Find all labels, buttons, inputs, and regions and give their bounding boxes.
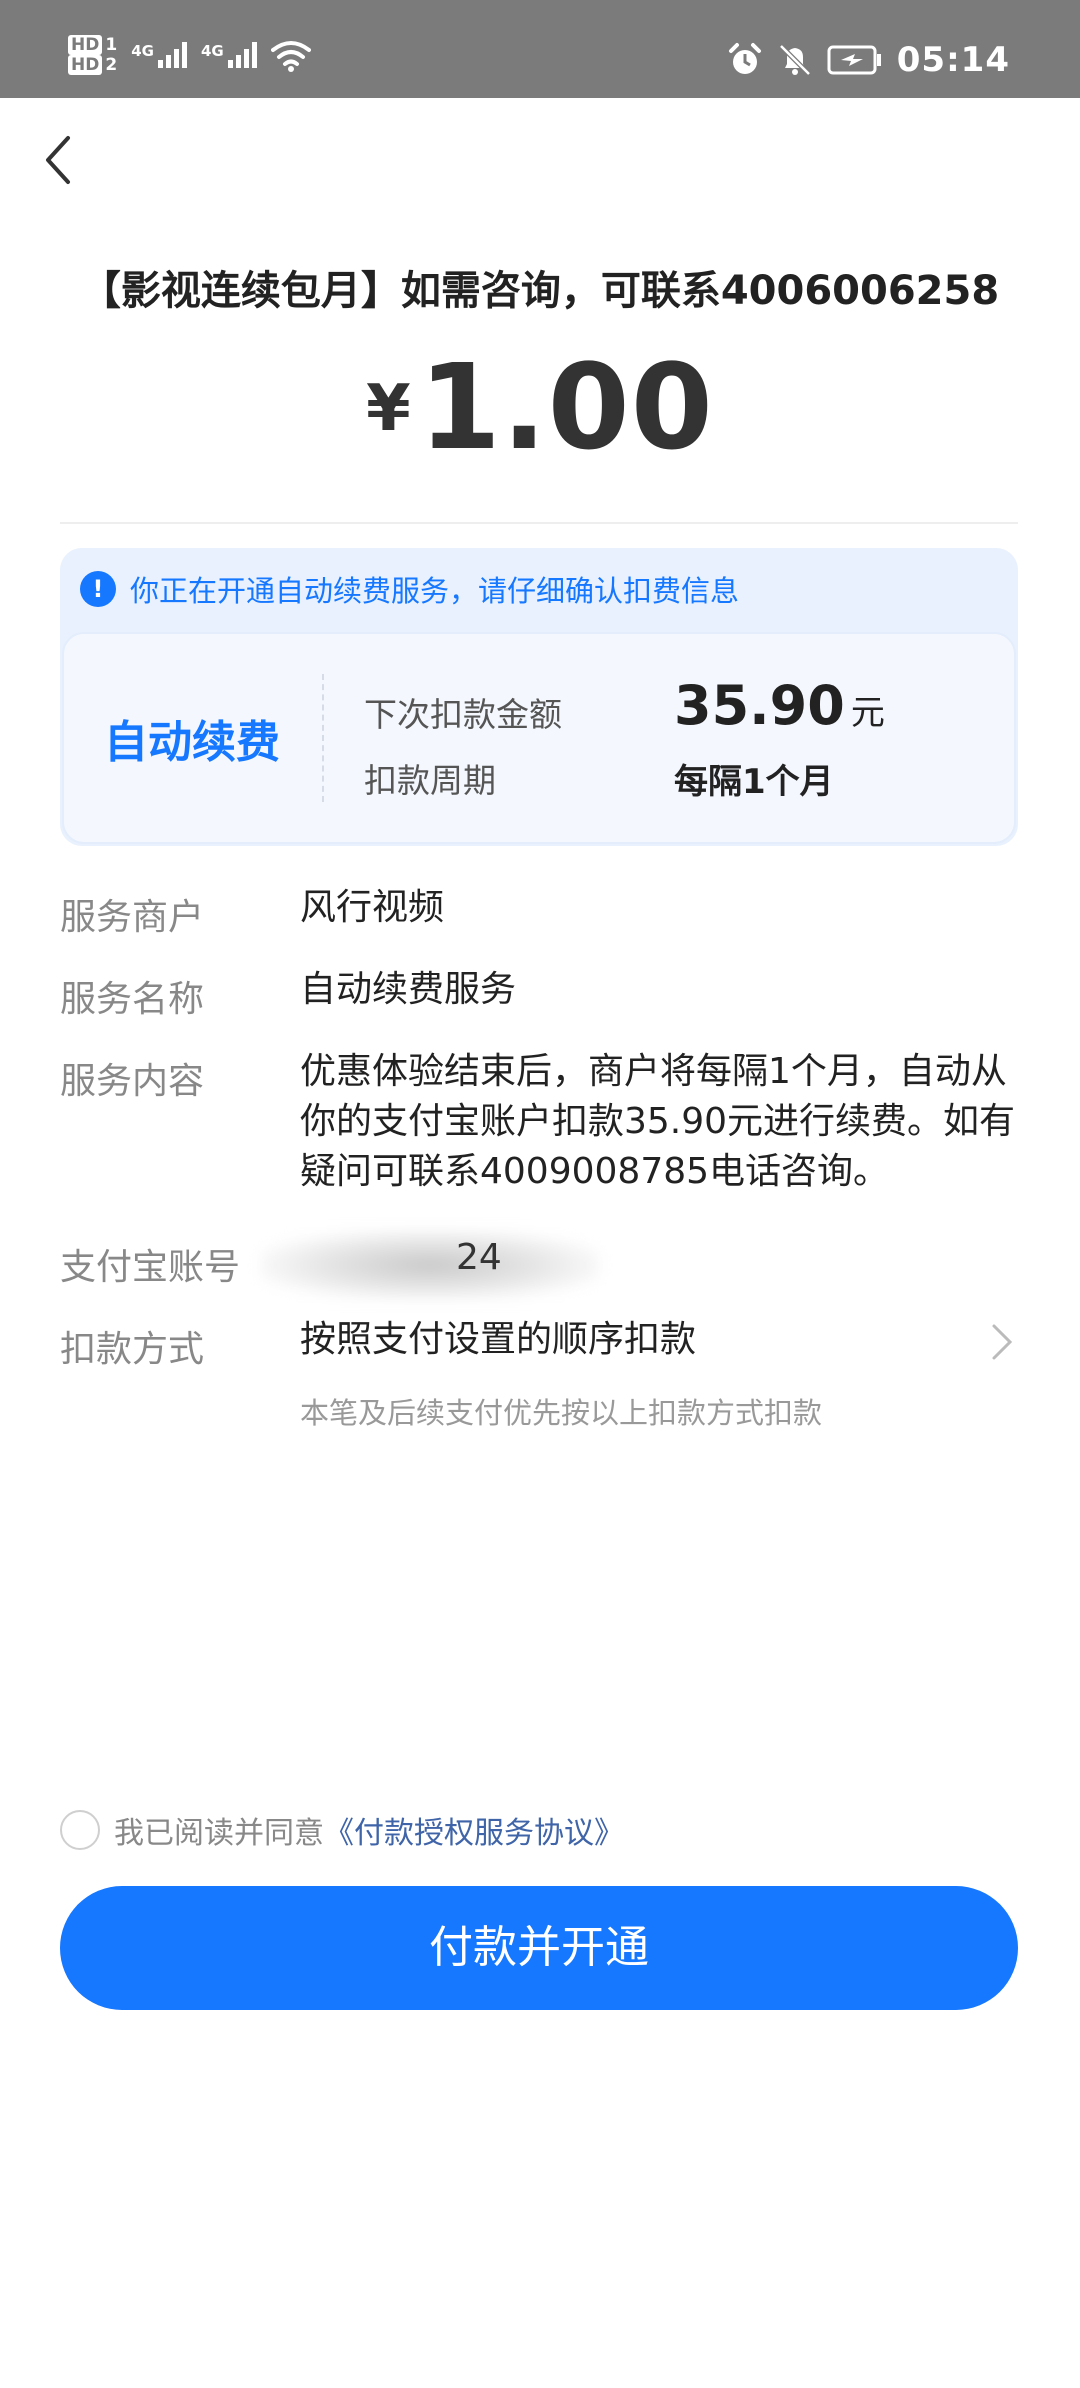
network-type-1: 4G <box>131 42 154 60</box>
back-arrow-icon[interactable] <box>40 130 80 190</box>
merchant-label: 服务商户 <box>60 897 205 938</box>
cycle-label: 扣款周期 <box>364 761 496 800</box>
page-title: 【影视连续包月】如需咨询，可联系4006006258 <box>80 268 1000 314</box>
hd-index-2: 2 <box>105 55 118 75</box>
next-amount-label: 下次扣款金额 <box>364 695 562 734</box>
auto-renew-card: 自动续费 下次扣款金额 35.90 元 扣款周期 每隔1个月 <box>62 632 1016 844</box>
hd-label-2: HD <box>68 55 103 75</box>
service-content-value: 优惠体验结束后，商户将每隔1个月，自动从你的支付宝账户扣款35.90元进行续费。… <box>300 1051 1016 1192</box>
alipay-account-label: 支付宝账号 <box>60 1247 241 1288</box>
service-name-label: 服务名称 <box>60 979 205 1020</box>
pay-and-activate-button[interactable]: 付款并开通 <box>60 1886 1018 2010</box>
hd-index-1: 1 <box>105 35 118 55</box>
agreement-checkbox[interactable] <box>60 1810 100 1850</box>
alarm-icon <box>728 43 761 74</box>
alipay-account-value: 24 <box>456 1237 502 1278</box>
hd-indicator-1: HD 1 <box>68 35 118 55</box>
notice-text: 你正在开通自动续费服务，请仔细确认扣费信息 <box>130 574 740 608</box>
battery-charging-icon <box>827 45 881 75</box>
dashed-divider <box>322 674 324 802</box>
notice-header: ! 你正在开通自动续费服务，请仔细确认扣费信息 <box>80 568 739 610</box>
auto-renew-label: 自动续费 <box>104 717 280 768</box>
status-bar-left: HD 1 HD 2 4G 4G <box>68 35 311 75</box>
status-bar-right: 05:14 <box>727 40 1010 80</box>
agreement-text: 我已阅读并同意 <box>114 1816 324 1851</box>
bell-off-icon <box>778 44 811 76</box>
agreement-link[interactable]: 《付款授权服务协议》 <box>324 1808 624 1852</box>
agreement-row: 我已阅读并同意 《付款授权服务协议》 <box>60 1808 624 1852</box>
wifi-icon <box>270 41 311 72</box>
signal-icon: 4G <box>131 42 187 68</box>
chevron-right-icon[interactable] <box>990 1322 1014 1362</box>
payment-amount: ¥1.00 <box>0 338 1080 476</box>
redacted-account <box>260 1230 600 1300</box>
divider <box>60 522 1018 524</box>
signal-bars-2 <box>227 42 257 68</box>
service-name-value: 自动续费服务 <box>300 969 517 1010</box>
hd-indicator-2: HD 2 <box>68 55 118 75</box>
cycle-value: 每隔1个月 <box>674 762 834 802</box>
info-icon: ! <box>80 571 116 607</box>
amount-value: 1.00 <box>418 338 714 476</box>
network-type-2: 4G <box>200 42 224 60</box>
service-content-label: 服务内容 <box>60 1061 205 1102</box>
status-time: 05:14 <box>896 40 1010 80</box>
payment-method-hint: 本笔及后续支付优先按以上扣款方式扣款 <box>300 1396 823 1430</box>
auto-renew-notice: ! 你正在开通自动续费服务，请仔细确认扣费信息 自动续费 下次扣款金额 35.9… <box>60 548 1018 846</box>
payment-method-label: 扣款方式 <box>60 1329 205 1370</box>
currency-symbol: ¥ <box>366 372 411 446</box>
next-amount: 35.90 元 <box>674 674 885 737</box>
signal-bars-1 <box>157 42 187 68</box>
hd-label-1: HD <box>68 35 103 55</box>
signal-icon-2: 4G <box>201 42 257 68</box>
next-amount-value: 35.90 <box>674 674 845 737</box>
payment-method-value[interactable]: 按照支付设置的顺序扣款 <box>300 1315 1020 1365</box>
merchant-value: 风行视频 <box>300 887 445 928</box>
hd-indicators: HD 1 HD 2 <box>68 35 118 75</box>
next-amount-unit: 元 <box>850 693 885 733</box>
status-bar: HD 1 HD 2 4G 4G 05:14 <box>0 0 1080 98</box>
